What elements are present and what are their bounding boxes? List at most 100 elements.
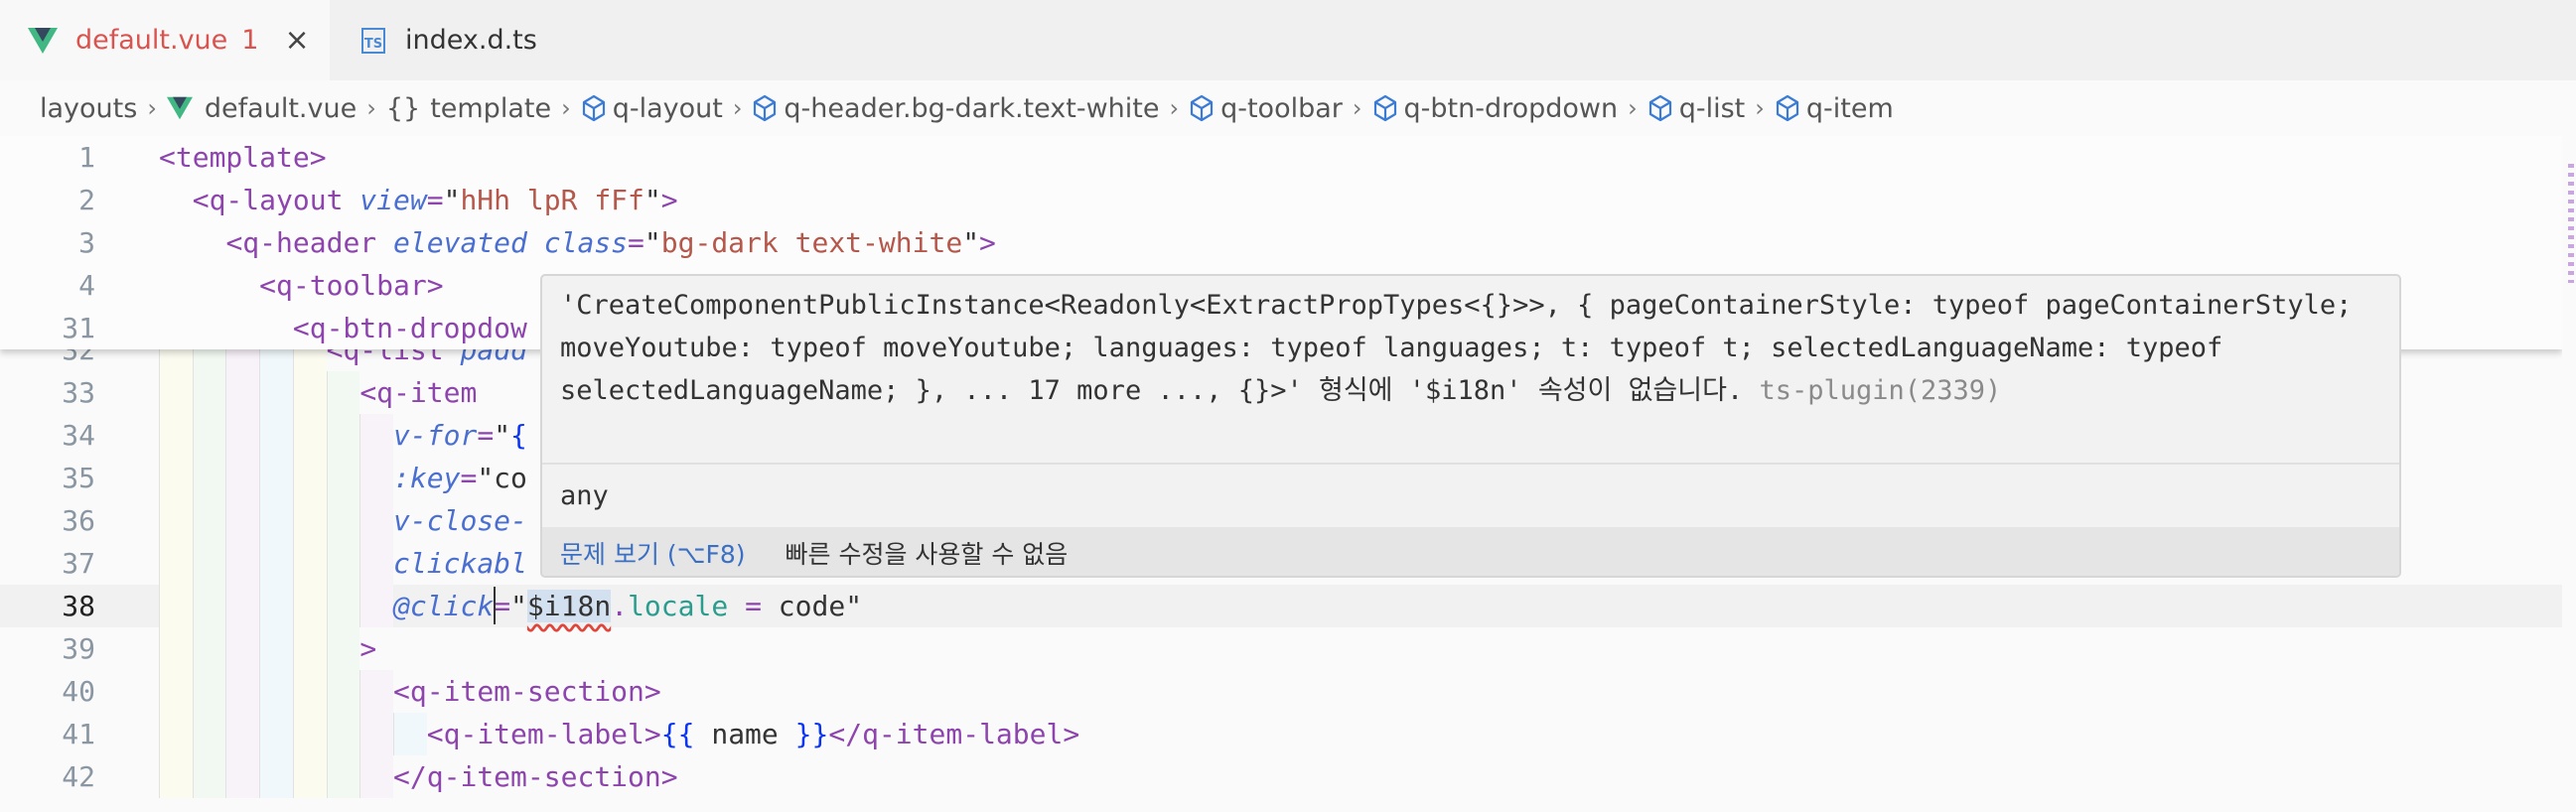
indent-guide (292, 755, 327, 798)
indent-guide (159, 585, 193, 627)
indent-guide (292, 713, 327, 755)
indent-guide (326, 627, 360, 670)
indent-guide (359, 457, 394, 499)
braces-icon: {} (385, 92, 421, 124)
breadcrumb-item[interactable]: default.vue (166, 93, 357, 124)
indent-guide (259, 542, 293, 585)
token-str: bg-dark text-white (660, 226, 963, 259)
token-plain: name (694, 718, 795, 750)
cube-icon (1190, 94, 1214, 122)
indent-guide (393, 713, 427, 755)
tab-default-vue[interactable]: default.vue 1 × (0, 0, 330, 80)
indent-guide (259, 713, 293, 755)
indent-guide (159, 542, 193, 585)
token-prop: locale (628, 590, 729, 622)
token-brace: {{ (660, 718, 695, 750)
line-number: 33 (62, 376, 95, 409)
token-tag: > (359, 632, 377, 665)
token-attr: class (543, 226, 629, 259)
indent-guide (192, 457, 226, 499)
indent-guide (192, 499, 226, 542)
code-line[interactable]: 1 <template> (0, 136, 2562, 179)
indent-guide (259, 627, 293, 670)
code-line[interactable]: 2 <q-layout view="hHh lpR fFf"> (0, 179, 2562, 221)
token-tag: <q-item-section> (393, 675, 661, 708)
token-str: hHh lpR fFf (460, 184, 644, 216)
indent-guide (292, 457, 327, 499)
indent-guide (292, 414, 327, 457)
indent (159, 627, 360, 670)
indent-guide (225, 755, 260, 798)
cube-icon (1648, 94, 1671, 122)
breadcrumb-label: q-header.bg-dark.text-white (784, 92, 1160, 124)
indent-guide (159, 755, 193, 798)
line-number: 36 (62, 504, 95, 537)
token-eq: = (460, 462, 478, 494)
line-number: 34 (62, 419, 95, 452)
token-eq: = (426, 184, 444, 216)
error-source: ts-plugin(2339) (1759, 375, 2002, 406)
indent-guide (292, 627, 327, 670)
code-line[interactable]: 38 @click="$i18n.locale = code" (0, 585, 2562, 627)
indent (159, 755, 394, 798)
indent-guide (359, 670, 394, 713)
breadcrumb-item[interactable]: q-item (1775, 93, 1894, 124)
indent-guide (292, 585, 327, 627)
indent-guide (159, 713, 193, 755)
tab-index-d-ts[interactable]: TS index.d.ts (338, 0, 537, 80)
token-plain: code" (761, 590, 863, 622)
breadcrumb-label: q-btn-dropdown (1403, 92, 1619, 124)
indent-guide (259, 670, 293, 713)
chevron-right-icon: › (732, 94, 743, 122)
indent (159, 542, 394, 585)
token-tag: </q-item-label> (828, 718, 1080, 750)
close-icon[interactable]: × (284, 23, 309, 58)
typescript-icon: TS (361, 27, 385, 54)
token-plain: " (644, 184, 661, 216)
breadcrumb-item[interactable]: q-toolbar (1189, 93, 1343, 124)
token-eq: = (477, 419, 495, 452)
indent-guide (326, 585, 360, 627)
breadcrumb-label: template (430, 92, 552, 124)
indent (159, 414, 394, 457)
code-line[interactable]: 42 </q-item-section> (0, 755, 2562, 798)
indent-guide (159, 371, 193, 414)
breadcrumb-item[interactable]: {} template (386, 93, 551, 124)
minimap[interactable] (2568, 164, 2574, 283)
indent-guide (359, 499, 394, 542)
breadcrumb: layouts › default.vue › {} template › q-layout ›… (0, 80, 2576, 136)
indent-guide (359, 585, 394, 627)
indent-guide (326, 457, 360, 499)
breadcrumb-item[interactable]: q-list (1647, 93, 1745, 124)
token-attr: v-close- (393, 504, 527, 537)
token-tag: <template> (159, 141, 327, 174)
token-tag: <q-header (225, 226, 377, 259)
indent-guide (159, 499, 193, 542)
breadcrumb-item[interactable]: q-header.bg-dark.text-white (752, 93, 1159, 124)
line-number: 40 (62, 675, 95, 708)
breadcrumb-item[interactable]: q-btn-dropdown (1372, 92, 1619, 124)
code-line[interactable]: 3 <q-header elevated class="bg-dark text… (0, 221, 2562, 264)
indent-guide (159, 627, 193, 670)
token-plain: " (510, 590, 527, 622)
view-problem-link[interactable]: 문제 보기 (⌥F8) (560, 535, 746, 571)
indent-guide (326, 542, 360, 585)
code-line[interactable]: 39 > (0, 627, 2562, 670)
indent-guide (192, 542, 226, 585)
indent-guide (192, 371, 226, 414)
code-line[interactable]: 40 <q-item-section> (0, 670, 2562, 713)
breadcrumb-item[interactable]: layouts (40, 93, 137, 124)
breadcrumb-item[interactable]: q-layout (581, 93, 723, 124)
indent-guide (192, 670, 226, 713)
breadcrumb-label: q-item (1805, 92, 1894, 124)
token-tag: </q-item-section> (393, 760, 678, 793)
no-quick-fix-text: 빠른 수정을 사용할 수 없음 (785, 540, 1069, 569)
code-line[interactable]: 41 <q-item-label>{{ name }}</q-item-labe… (0, 713, 2562, 755)
indent (159, 670, 394, 713)
